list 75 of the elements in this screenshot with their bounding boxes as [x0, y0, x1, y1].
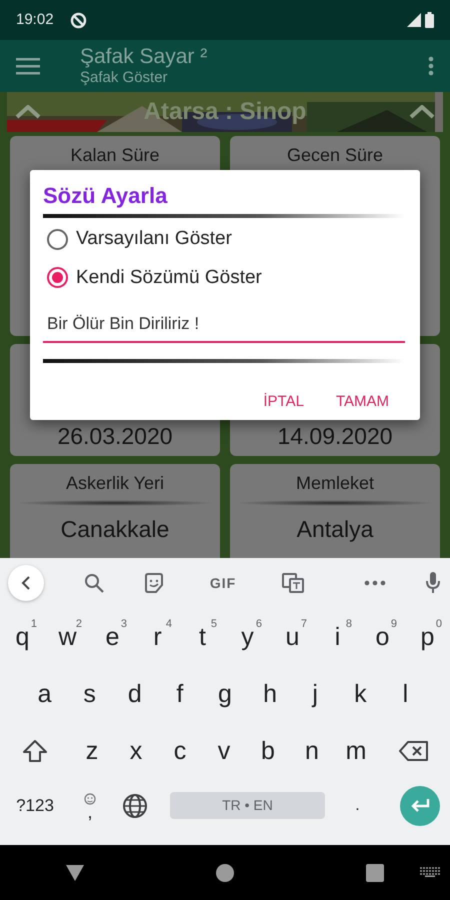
key[interactable]: c: [166, 736, 194, 766]
key[interactable]: n: [297, 736, 327, 766]
radio-option[interactable]: Kendi Sözümü Göster: [43, 258, 405, 297]
recents-icon[interactable]: [366, 864, 384, 882]
app-subtitle: Şafak Göster: [80, 69, 169, 87]
space-key[interactable]: TR • EN: [170, 792, 325, 819]
backspace-icon[interactable]: [399, 740, 429, 762]
shift-icon[interactable]: [22, 738, 48, 762]
chevron-up-icon[interactable]: [15, 105, 41, 119]
card-value: 26.03.2020: [57, 422, 173, 450]
key[interactable]: m: [338, 736, 374, 766]
key[interactable]: h: [255, 678, 286, 708]
key[interactable]: z: [78, 736, 106, 766]
key-hint: 7: [300, 618, 307, 630]
key-hint: 1: [30, 618, 37, 630]
back-icon[interactable]: [66, 864, 84, 880]
menu-icon: [16, 56, 40, 75]
key-hint: 2: [76, 618, 82, 630]
card-label: Kalan Süre: [70, 144, 160, 166]
keyboard-icon[interactable]: [420, 867, 440, 877]
key[interactable]: k: [346, 678, 375, 708]
chevron-left-icon: [21, 576, 31, 590]
app-title: Şafak Sayar ²: [80, 45, 208, 69]
symbols-key[interactable]: ?123: [8, 790, 62, 820]
card-label: Gecen Süre: [286, 144, 384, 166]
microphone-icon[interactable]: [426, 572, 440, 594]
key[interactable]: v: [210, 736, 238, 766]
key[interactable]: a: [30, 678, 60, 708]
signal-icon: [407, 13, 421, 27]
period-key[interactable]: .: [347, 790, 368, 820]
card-label: Memleket: [296, 472, 374, 494]
gif-button[interactable]: GIF: [204, 572, 242, 594]
radio-button[interactable]: [47, 228, 68, 250]
option-label: Kendi Sözümü Göster: [76, 266, 262, 290]
enter-key[interactable]: [400, 786, 440, 826]
option-label: Varsayılanı Göster: [76, 227, 232, 251]
key[interactable]: s: [75, 678, 104, 708]
more-icon: [428, 56, 434, 76]
key[interactable]: d: [120, 678, 150, 708]
key-hint: 6: [256, 618, 262, 630]
comma-key[interactable]: ,: [87, 804, 92, 818]
sticker-icon[interactable]: [144, 573, 164, 593]
key[interactable]: x: [122, 736, 150, 766]
card-value: Antalya: [296, 515, 374, 544]
translate-icon[interactable]: [282, 573, 304, 593]
key[interactable]: l: [394, 678, 416, 708]
key-hint: 3: [120, 618, 127, 630]
key-hint: 0: [436, 618, 442, 630]
collapse-button[interactable]: [8, 565, 44, 601]
radio-option[interactable]: Varsayılanı Göster: [43, 220, 405, 258]
chevron-up-icon[interactable]: [408, 105, 435, 119]
card-value: 14.09.2020: [277, 422, 393, 450]
card-label: Askerlik Yeri: [66, 472, 164, 494]
key[interactable]: b: [253, 736, 283, 766]
key-hint: 8: [346, 618, 352, 630]
key-hint: 9: [390, 618, 397, 630]
key-hint: 4: [166, 618, 172, 630]
card-value: Canakkale: [60, 515, 170, 544]
enter-icon: [410, 798, 430, 812]
key[interactable]: j: [304, 678, 326, 708]
more-button[interactable]: [428, 54, 434, 78]
dialog-title: Sözü Ayarla: [43, 182, 168, 210]
battery-icon: [425, 12, 434, 28]
more-icon[interactable]: [364, 580, 386, 586]
emoji-icon: [84, 792, 96, 804]
globe-icon[interactable]: [122, 792, 148, 818]
time: 19:02: [16, 10, 54, 30]
key[interactable]: g: [210, 678, 240, 708]
key-hint: 5: [210, 618, 217, 630]
dialog-button[interactable]: İPTAL: [255, 384, 312, 419]
search-icon[interactable]: [84, 573, 104, 593]
radio-button[interactable]: [47, 267, 68, 288]
dialog-button[interactable]: TAMAM: [328, 384, 397, 419]
key[interactable]: f: [168, 678, 192, 708]
home-icon[interactable]: [216, 864, 234, 882]
